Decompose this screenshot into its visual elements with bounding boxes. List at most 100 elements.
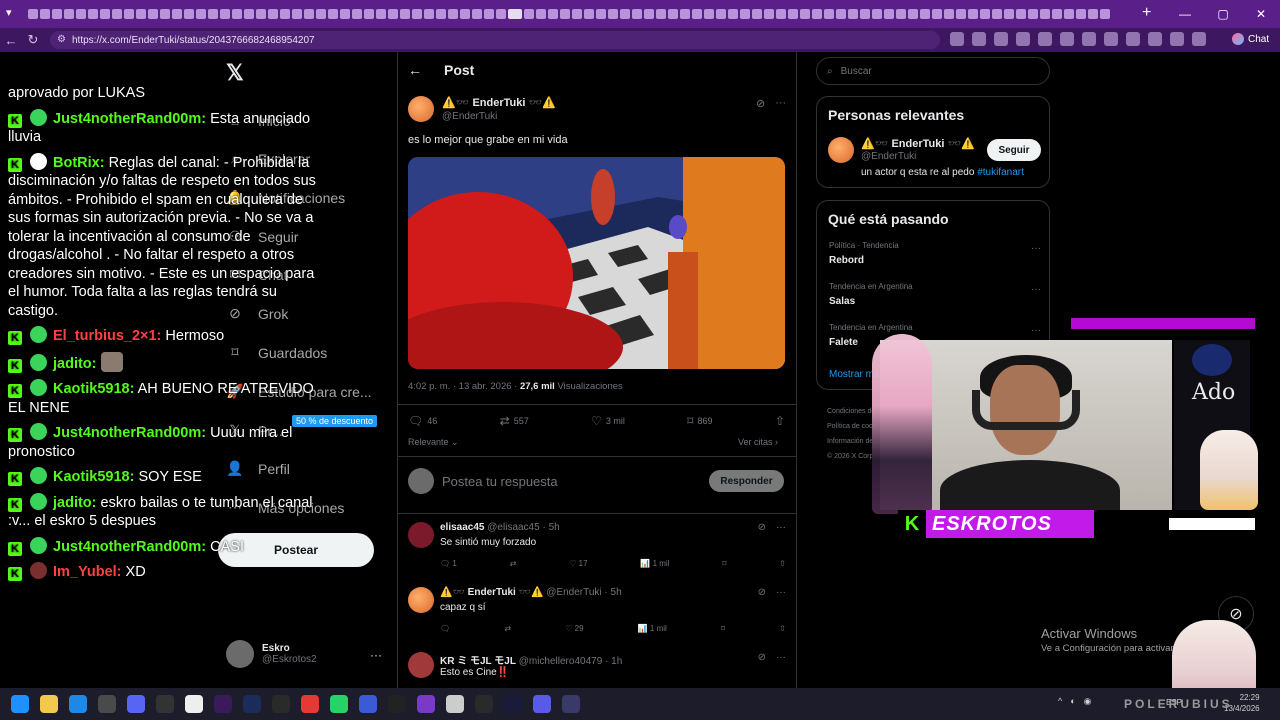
browser-tab[interactable] [704, 9, 714, 19]
browser-tab[interactable] [560, 9, 570, 19]
taskbar-app-icon[interactable] [475, 695, 493, 713]
more-icon[interactable]: ··· [1031, 325, 1041, 336]
browser-tab[interactable] [896, 9, 906, 19]
taskbar-app-icon[interactable] [359, 695, 377, 713]
browser-tab[interactable] [968, 9, 978, 19]
browser-tab[interactable] [668, 9, 678, 19]
extension-icon[interactable] [1016, 32, 1030, 46]
more-icon[interactable]: ··· [370, 648, 382, 662]
browser-tab[interactable] [860, 9, 870, 19]
avatar[interactable] [828, 137, 854, 163]
browser-tab[interactable] [956, 9, 966, 19]
browser-tab[interactable] [76, 9, 86, 19]
browser-tab[interactable] [376, 9, 386, 19]
browser-tab[interactable] [932, 9, 942, 19]
windows-start-icon[interactable] [11, 695, 29, 713]
browser-tab[interactable] [656, 9, 666, 19]
browser-tab[interactable] [316, 9, 326, 19]
profile-avatar-icon[interactable] [1170, 32, 1184, 46]
tab-search-icon[interactable]: ▾ [6, 6, 12, 19]
browser-tab[interactable] [148, 9, 158, 19]
taskbar-app-icon[interactable] [69, 695, 87, 713]
browser-tab[interactable] [52, 9, 62, 19]
taskbar-app-icon[interactable] [243, 695, 261, 713]
browser-tab[interactable] [268, 9, 278, 19]
taskbar-app-icon[interactable] [185, 695, 203, 713]
chat-username[interactable]: Kaotik5918: [53, 381, 134, 397]
views-action[interactable]: 📊 1 mil [638, 624, 667, 633]
browser-tab[interactable] [608, 9, 618, 19]
browser-tab[interactable] [328, 9, 338, 19]
back-arrow-icon[interactable]: ← [408, 62, 422, 78]
more-icon[interactable]: ··· [1031, 243, 1041, 254]
tray-icon[interactable]: ◉ [1084, 696, 1092, 707]
browser-tab[interactable] [388, 9, 398, 19]
reply-author[interactable]: ⚠️🕶️ EnderTuki 🕶️⚠️ [440, 587, 544, 598]
browser-tab[interactable] [484, 9, 494, 19]
browser-tab[interactable] [920, 9, 930, 19]
extension-icon[interactable] [1060, 32, 1074, 46]
chat-username[interactable]: Kaotik5918: [53, 469, 134, 485]
grok-icon[interactable]: ⊘ [758, 522, 766, 533]
browser-tab[interactable] [136, 9, 146, 19]
chat-username[interactable]: Just4notherRand00m: [53, 539, 206, 555]
browser-tab[interactable] [536, 9, 546, 19]
post-author[interactable]: ⚠️🕶️ EnderTuki 🕶️⚠️ @EnderTuki [408, 96, 556, 122]
browser-tab[interactable] [1076, 9, 1086, 19]
chat-username[interactable]: jadito: [53, 495, 97, 511]
share-action[interactable]: ⇧ [779, 624, 786, 633]
browser-tab[interactable] [28, 9, 38, 19]
share-action[interactable]: ⇧ [775, 414, 785, 428]
minimize-icon[interactable]: — [1166, 0, 1204, 28]
browser-tab[interactable] [1088, 9, 1098, 19]
trend-item[interactable]: Política · Tendencia Rebord ··· [829, 241, 1041, 266]
copilot-chat-button[interactable]: Chat [1232, 33, 1269, 45]
sort-dropdown[interactable]: Relevante ⌄ [408, 437, 459, 448]
browser-tab[interactable] [752, 9, 762, 19]
views-action[interactable]: 📊 1 mil [640, 559, 669, 568]
taskbar-app-icon[interactable] [301, 695, 319, 713]
avatar[interactable] [408, 522, 434, 548]
browser-tab[interactable] [1100, 9, 1110, 19]
browser-tab[interactable] [980, 9, 990, 19]
browser-tab[interactable] [496, 9, 506, 19]
browser-tab[interactable] [412, 9, 422, 19]
browser-tab[interactable] [800, 9, 810, 19]
browser-tab[interactable] [764, 9, 774, 19]
browser-tab[interactable] [232, 9, 242, 19]
browser-tab[interactable] [524, 9, 534, 19]
repost-action[interactable]: ⇄ [510, 559, 517, 568]
avatar[interactable] [408, 652, 434, 678]
more-icon[interactable]: ··· [775, 97, 786, 110]
taskbar-app-icon[interactable] [504, 695, 522, 713]
browser-tab[interactable] [680, 9, 690, 19]
browser-tab[interactable] [848, 9, 858, 19]
browser-tab[interactable] [644, 9, 654, 19]
bookmark-action[interactable]: ⌑ 869 [687, 414, 712, 428]
close-icon[interactable]: ✕ [1242, 0, 1280, 28]
taskbar-app-icon[interactable] [446, 695, 464, 713]
reply-handle[interactable]: @elisaac45 · 5h [487, 522, 559, 533]
browser-tab[interactable] [172, 9, 182, 19]
chat-username[interactable]: Just4notherRand00m: [53, 111, 206, 127]
repost-action[interactable]: ⇄ 557 [500, 414, 529, 428]
star-icon[interactable] [994, 32, 1008, 46]
reply-action[interactable]: 🗨 46 [408, 414, 437, 428]
maximize-icon[interactable]: ▢ [1204, 0, 1242, 28]
taskbar-app-icon[interactable] [272, 695, 290, 713]
browser-tab[interactable] [244, 9, 254, 19]
browser-tab[interactable] [824, 9, 834, 19]
browser-tab[interactable] [992, 9, 1002, 19]
taskbar-app-icon[interactable] [127, 695, 145, 713]
browser-tab[interactable] [100, 9, 110, 19]
browser-tab[interactable] [1004, 9, 1014, 19]
taskbar-app-icon[interactable] [388, 695, 406, 713]
chevron-up-icon[interactable]: ^ [1058, 696, 1062, 707]
browser-tab[interactable] [40, 9, 50, 19]
chat-username[interactable]: Just4notherRand00m: [53, 425, 206, 441]
browser-tab[interactable] [472, 9, 482, 19]
browser-tab[interactable] [632, 9, 642, 19]
reply-handle[interactable]: @EnderTuki · 5h [546, 587, 621, 598]
more-icon[interactable] [1192, 32, 1206, 46]
browser-tab[interactable] [196, 9, 206, 19]
